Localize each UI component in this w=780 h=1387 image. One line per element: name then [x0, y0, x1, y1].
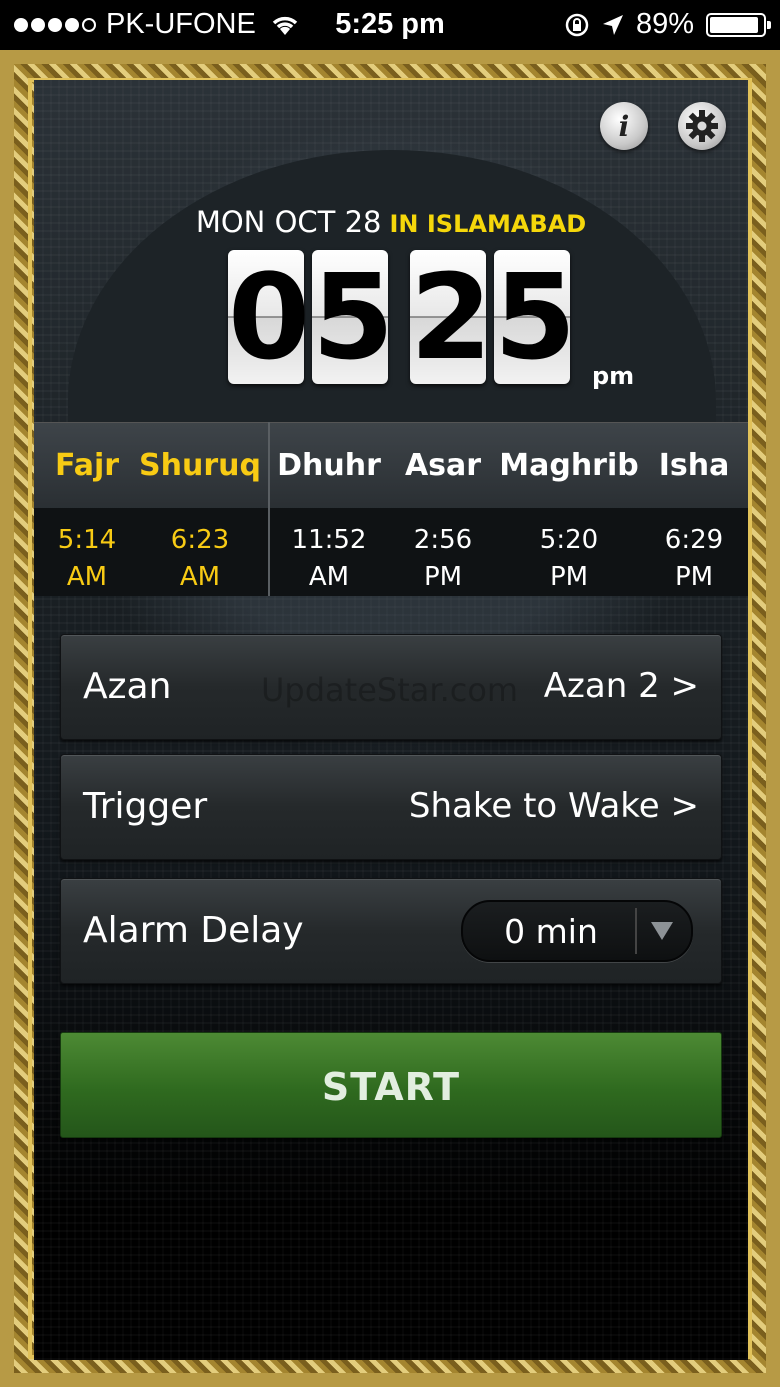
info-icon: i: [618, 109, 630, 143]
start-button-label: START: [321, 1065, 461, 1109]
azan-label: Azan: [83, 666, 172, 707]
prayer-time-value: 11:52: [291, 525, 367, 555]
signal-dot: [14, 17, 28, 32]
signal-dot: [65, 17, 79, 32]
status-right: 89%: [564, 8, 771, 41]
prayer-times-table: Fajr 5:14 AM Shuruq 6:23 AM Dhuhr 11:52 …: [34, 422, 748, 596]
meridiem-label: pm: [592, 362, 635, 390]
prayer-name-maghrib: Maghrib: [499, 448, 639, 483]
prayer-name-shuruq: Shuruq: [139, 448, 261, 483]
prayer-name-isha: Isha: [658, 448, 730, 483]
signal-dot: [48, 17, 62, 32]
date-location: MON OCT 28 IN ISLAMABAD: [34, 205, 748, 239]
battery-percent: 89%: [635, 8, 694, 40]
prayer-time-asar: 2:56 PM: [378, 522, 508, 596]
signal-dot: [31, 17, 45, 32]
signal-strength-icon: [14, 17, 96, 32]
rotation-lock-icon: [565, 13, 589, 36]
prayer-time-period: PM: [674, 562, 714, 592]
prayer-time-value: 2:56: [413, 525, 473, 555]
prayer-time-period: AM: [179, 562, 221, 592]
start-button[interactable]: START: [60, 1032, 722, 1138]
clock-digit: 2: [410, 248, 493, 386]
clock-digit: 5: [494, 248, 577, 386]
app-screen: i MON OCT 28 IN ISLAMABAD 0 5 2 5 pm Faj…: [34, 80, 748, 1360]
prayer-time-value: 6:23: [170, 525, 230, 555]
alarm-delay-label: Alarm Delay: [83, 910, 304, 951]
watermark: UpdateStar.com: [261, 671, 519, 709]
signal-dot: [82, 17, 96, 32]
clock-digit: 5: [312, 248, 395, 386]
alarm-delay-dropdown[interactable]: 0 min: [461, 900, 693, 962]
azan-row[interactable]: UpdateStar.com Azan Azan 2 >: [60, 634, 722, 740]
prayer-name-asar: Asar: [404, 448, 482, 483]
current-date: MON OCT 28: [195, 205, 382, 239]
prayer-time-value: 5:20: [539, 525, 599, 555]
wifi-icon: [272, 16, 298, 35]
trigger-label: Trigger: [83, 786, 208, 827]
prayer-time-period: PM: [549, 562, 589, 592]
info-button[interactable]: i: [600, 102, 648, 150]
chevron-down-icon: [651, 922, 673, 940]
trigger-value: Shake to Wake >: [408, 786, 699, 826]
prayer-time-period: AM: [308, 562, 350, 592]
prayer-name-dhuhr: Dhuhr: [277, 448, 381, 483]
gear-icon: [686, 110, 718, 142]
alarm-delay-value: 0 min: [504, 912, 598, 951]
prayer-time-shuruq: 6:23 AM: [134, 522, 266, 596]
location-arrow-icon: [602, 14, 623, 35]
prayer-time-isha: 6:29 PM: [628, 522, 748, 596]
prayer-time-dhuhr: 11:52 AM: [264, 522, 394, 596]
trigger-row[interactable]: Trigger Shake to Wake >: [60, 754, 722, 860]
settings-button[interactable]: [678, 102, 726, 150]
status-bar: PK-UFONE 5:25 pm 89%: [0, 0, 780, 50]
azan-value: Azan 2 >: [543, 666, 699, 706]
prayer-time-maghrib: 5:20 PM: [494, 522, 644, 596]
current-city: IN ISLAMABAD: [389, 210, 587, 238]
prayer-time-value: 6:29: [664, 525, 724, 555]
clock-digit: 0: [228, 248, 311, 386]
prayer-time-period: PM: [423, 562, 463, 592]
dropdown-divider: [635, 908, 637, 954]
battery-icon: [706, 12, 771, 37]
carrier-name: PK-UFONE: [106, 8, 256, 40]
alarm-delay-row: Alarm Delay 0 min: [60, 878, 722, 984]
status-left: PK-UFONE: [14, 8, 300, 41]
